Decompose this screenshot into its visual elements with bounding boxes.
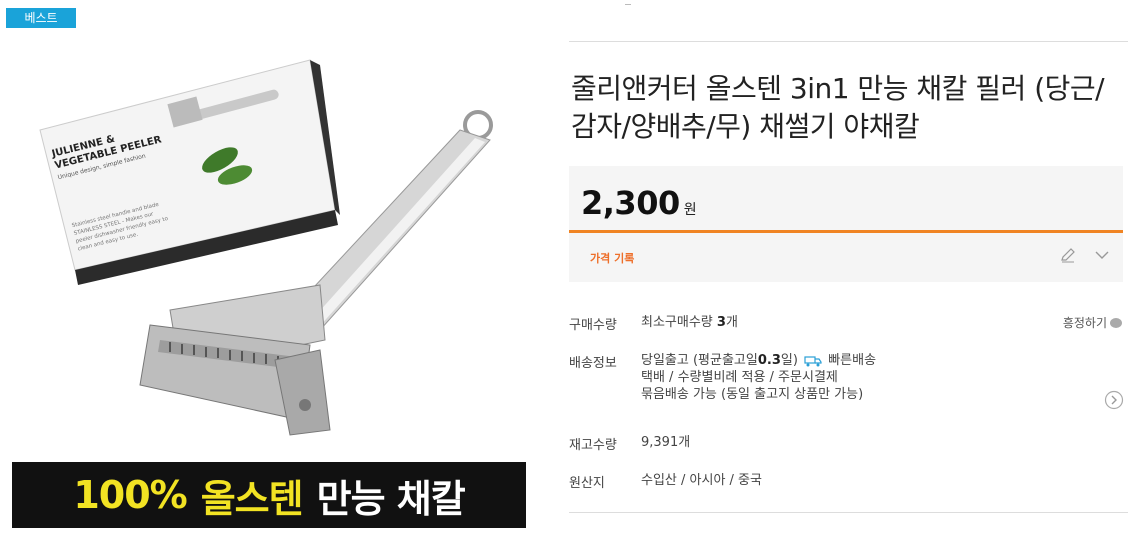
- origin-label: 원산지: [569, 476, 605, 491]
- min-qty-text: 최소구매수량: [641, 315, 717, 330]
- price-divider: [569, 230, 1123, 233]
- price: 2,300 원: [581, 184, 697, 222]
- shipping-line-2: 택배 / 수량별비례 적용 / 주문시결제: [641, 370, 838, 385]
- negotiate-label: 흥정하기: [1062, 316, 1107, 330]
- product-image[interactable]: JULIENNE & VEGETABLE PEELER Unique desig…: [20, 40, 540, 460]
- banner-part2: 올스텐: [200, 476, 304, 521]
- shipping-info: 당일출고 (평균출고일0.3일) 빠른배송 택배 / 수량별비례 적용 / 주문…: [641, 352, 876, 403]
- ship-day-number: 0.3: [757, 353, 781, 368]
- package-box: JULIENNE & VEGETABLE PEELER Unique desig…: [39, 59, 340, 285]
- promo-banner: 100% 올스텐 만능 채칼: [12, 462, 526, 528]
- price-value: 2,300: [581, 184, 680, 222]
- bottom-divider: [569, 512, 1128, 513]
- top-divider: [569, 41, 1128, 42]
- product-info: 줄리앤커터 올스텐 3in1 만능 채칼 필러 (당근/감자/양배추/무) 채썰…: [569, 0, 1128, 539]
- stock-value: 9,391개: [641, 435, 691, 450]
- purchase-qty-label: 구매수량: [569, 318, 617, 333]
- fast-delivery-text: 빠른배송: [828, 353, 877, 368]
- shipping-line-1: 당일출고 (평균출고일0.3일) 빠른배송: [641, 352, 876, 369]
- shipping-line-3: 묶음배송 가능 (동일 출고지 상품만 가능): [641, 387, 864, 402]
- min-qty-unit: 개: [725, 315, 738, 330]
- banner-part3: 만능 채칼: [316, 476, 466, 521]
- pencil-icon[interactable]: [1059, 246, 1077, 264]
- min-qty-number: 3: [716, 315, 726, 330]
- shipping-label: 배송정보: [569, 356, 617, 371]
- ship-day-text: 당일출고 (평균출고일: [641, 353, 758, 368]
- price-box: 2,300 원 가격 기록: [569, 166, 1123, 282]
- best-badge: 베스트: [6, 8, 76, 28]
- currency: 원: [683, 202, 697, 218]
- truck-icon: [804, 355, 822, 366]
- divider-mark: [625, 4, 631, 5]
- product-image-area: 베스트 JULIENNE & VEGETABLE PEELER Unique d…: [0, 0, 540, 539]
- purchase-qty-value: 최소구매수량 3개: [641, 314, 738, 331]
- negotiate-button[interactable]: 흥정하기: [1063, 314, 1122, 331]
- chevron-down-icon[interactable]: [1093, 246, 1111, 264]
- product-title: 줄리앤커터 올스텐 3in1 만능 채칼 필러 (당근/감자/양배추/무) 채썰…: [571, 72, 1105, 143]
- chat-bubble-icon: [1110, 317, 1122, 328]
- price-history-toggle[interactable]: 가격 기록: [590, 250, 634, 266]
- chevron-right-circle-icon[interactable]: [1104, 390, 1124, 410]
- banner-part1: 100%: [73, 473, 187, 517]
- stock-label: 재고수량: [569, 438, 617, 453]
- origin-value: 수입산 / 아시아 / 중국: [641, 473, 762, 488]
- ship-day-unit: 일): [780, 353, 798, 368]
